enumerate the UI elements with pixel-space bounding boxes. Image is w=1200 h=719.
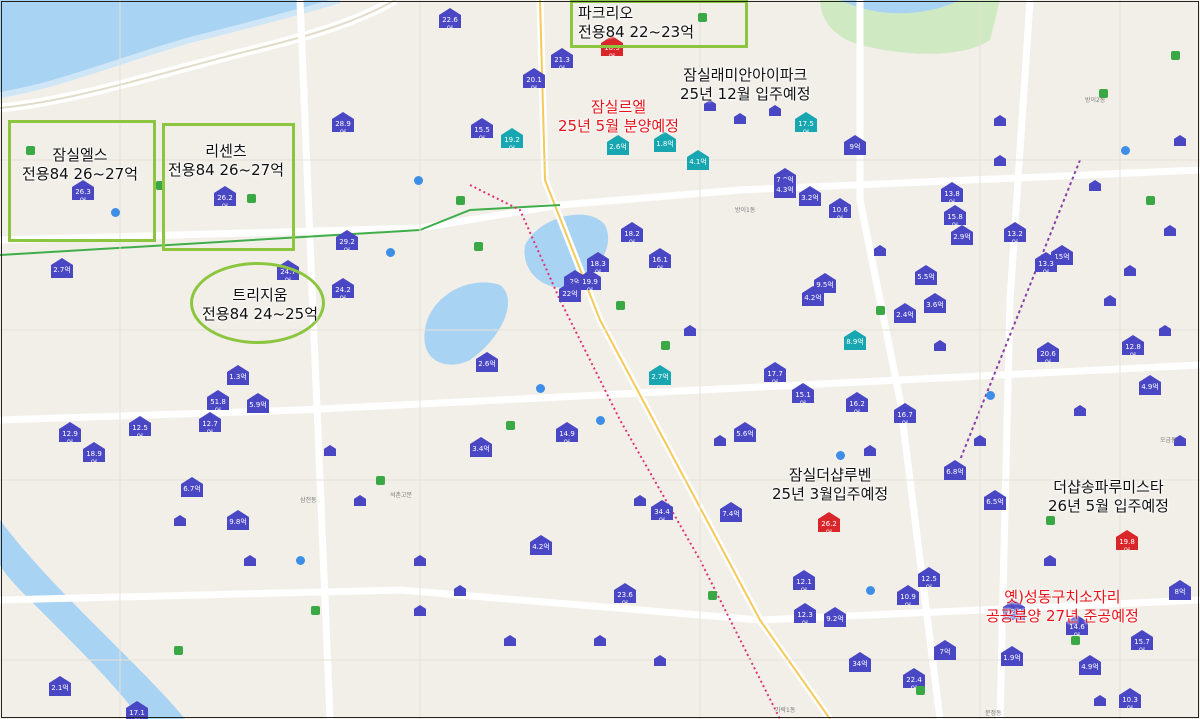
map-canvas[interactable]: 22.6억 21.3억 20.1억 18.9억 28.9억 15.5억 19.2억 2.6억 1… xyxy=(0,0,1200,719)
place-label: 가락1동 xyxy=(775,707,796,714)
poi-icon[interactable] xyxy=(474,242,483,251)
old-seongdong-detention-label[interactable]: 옛)성동구치소자리 공공분양 27년 준공예정 xyxy=(986,588,1139,626)
ricenz-label[interactable]: 리센츠 전용84 26~27억 xyxy=(168,142,284,180)
poi-icon[interactable] xyxy=(1171,51,1180,60)
place-label: 삼전동 xyxy=(300,497,317,504)
poi-icon[interactable] xyxy=(616,301,625,310)
poi-icon[interactable] xyxy=(506,421,515,430)
place-label: 석촌고분 xyxy=(390,492,413,499)
poi-icon[interactable] xyxy=(661,341,670,350)
poi-icon[interactable] xyxy=(1146,196,1155,205)
jamsil-le-el-label[interactable]: 잠실르엘 25년 5월 분양예정 xyxy=(558,98,679,136)
poi-icon[interactable] xyxy=(386,248,395,257)
poi-icon[interactable] xyxy=(414,176,423,185)
poi-icon[interactable] xyxy=(708,591,717,600)
poi-icon[interactable] xyxy=(986,391,995,400)
place-label: 문정동 xyxy=(985,710,1002,717)
poi-icon[interactable] xyxy=(456,196,465,205)
place-label: 방이2동 xyxy=(1085,97,1106,104)
jamsil-els-label[interactable]: 잠실엘스 전용84 26~27억 xyxy=(22,146,138,184)
poi-icon[interactable] xyxy=(1071,636,1080,645)
tancheon-river xyxy=(0,520,185,719)
jamsil-the-sharp-ruben-label[interactable]: 잠실더샵루벤 25년 3월입주예정 xyxy=(772,466,888,504)
poi-icon[interactable] xyxy=(296,556,305,565)
poi-icon[interactable] xyxy=(916,686,925,695)
seokchon-lake-west xyxy=(424,282,509,365)
poi-icon[interactable] xyxy=(1121,146,1130,155)
park-rio-label[interactable]: 파크리오 전용84 22~23억 xyxy=(578,4,694,42)
poi-icon[interactable] xyxy=(836,451,845,460)
poi-icon[interactable] xyxy=(866,586,875,595)
poi-icon[interactable] xyxy=(536,384,545,393)
jamsil-raemian-i-park-label[interactable]: 잠실래미안아이파크 25년 12월 입주예정 xyxy=(680,66,811,104)
poi-icon[interactable] xyxy=(311,606,320,615)
trizium-label[interactable]: 트리지움 전용84 24~25억 xyxy=(202,286,318,324)
poi-icon[interactable] xyxy=(876,306,885,315)
poi-icon[interactable] xyxy=(1046,516,1055,525)
poi-icon[interactable] xyxy=(174,646,183,655)
place-label: 오금동 xyxy=(1160,437,1177,444)
poi-icon[interactable] xyxy=(376,476,385,485)
the-sharp-songpa-lumistar-label[interactable]: 더샵송파루미스타 26년 5월 입주예정 xyxy=(1048,478,1169,516)
poi-icon[interactable] xyxy=(596,416,605,425)
place-label: 방이1동 xyxy=(735,207,756,214)
